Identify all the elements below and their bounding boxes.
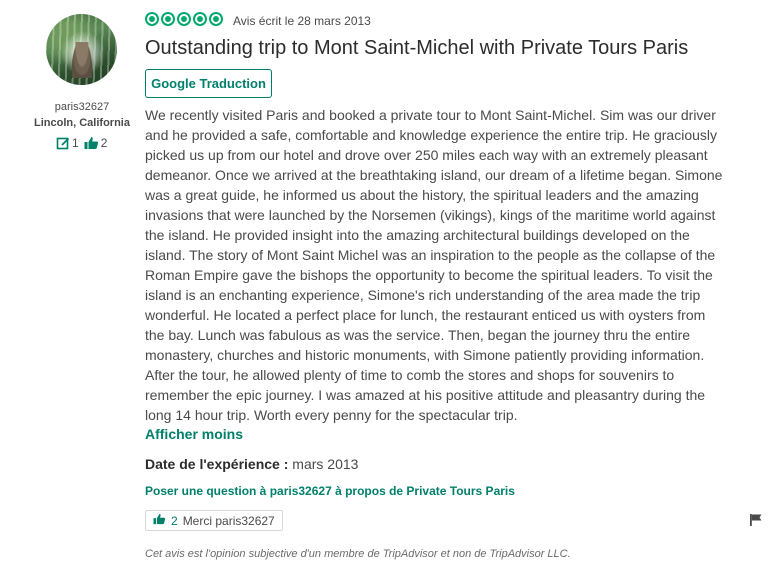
helpful-votes-count: 2 — [100, 136, 108, 150]
experience-value: mars 2013 — [292, 456, 359, 472]
rating-bubble-icon — [193, 12, 207, 26]
review-date: Avis écrit le 28 mars 2013 — [233, 14, 371, 28]
thumbs-up-icon — [153, 513, 166, 528]
show-less-link[interactable]: Afficher moins — [145, 426, 243, 442]
helpful-votes-icon — [84, 136, 99, 150]
rating-bubble-icon — [209, 12, 223, 26]
review-body: We recently visited Paris and booked a p… — [145, 107, 723, 423]
experience-label: Date de l'expérience : — [145, 456, 289, 472]
review-count: 1 — [72, 136, 79, 150]
rating-bubbles — [145, 12, 223, 26]
reviewer-location: Lincoln, California — [34, 117, 130, 129]
report-flag-icon[interactable] — [749, 513, 763, 532]
reviewer-contributions: 1 2 — [56, 136, 107, 150]
reviewer-avatar[interactable] — [46, 14, 117, 85]
thanks-label: Merci paris32627 — [182, 513, 275, 528]
review-count-icon — [56, 136, 70, 150]
thanks-button[interactable]: 2 Merci paris32627 — [145, 510, 283, 531]
rating-bubble-icon — [177, 12, 191, 26]
review-title[interactable]: Outstanding trip to Mont Saint-Michel wi… — [145, 37, 688, 60]
thanks-count: 2 — [171, 513, 178, 528]
rating-bubble-icon — [145, 12, 159, 26]
rating-bubble-icon — [161, 12, 175, 26]
ask-question-link[interactable]: Poser une question à paris32627 à propos… — [145, 484, 515, 498]
reviewer-username[interactable]: paris32627 — [30, 101, 134, 113]
experience-date: Date de l'expérience : mars 2013 — [145, 456, 358, 472]
review-disclaimer: Cet avis est l'opinion subjective d'un m… — [145, 548, 571, 560]
google-translate-button[interactable]: Google Traduction — [145, 69, 272, 98]
